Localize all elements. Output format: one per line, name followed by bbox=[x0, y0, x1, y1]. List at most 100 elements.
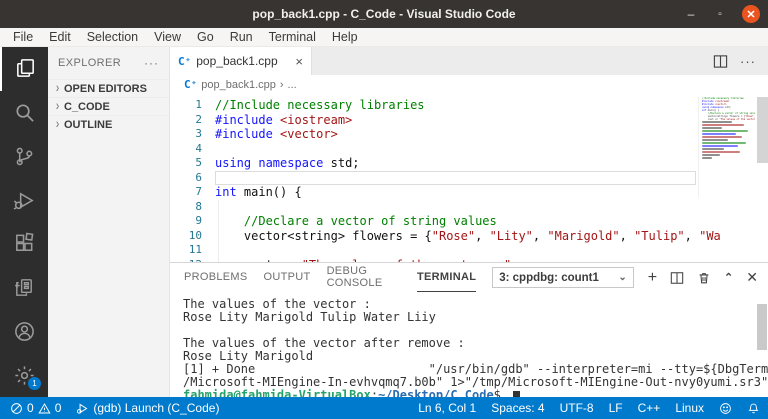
more-actions-icon[interactable]: ··· bbox=[740, 54, 756, 69]
code-line-5[interactable]: 5 using namespace std; bbox=[170, 156, 768, 171]
panel-tab-debug-console[interactable]: DEBUG CONSOLE bbox=[327, 263, 401, 292]
code-line-11[interactable]: 11 bbox=[170, 243, 768, 258]
close-panel-icon[interactable]: ✕ bbox=[746, 269, 758, 286]
terminal-prompt-line: fahmida@fahmida-VirtualBox:~/Desktop/C_C… bbox=[183, 389, 768, 397]
maximize-button[interactable]: ▫ bbox=[713, 9, 727, 20]
menu-help[interactable]: Help bbox=[325, 30, 365, 44]
terminal-scrollbar[interactable] bbox=[757, 304, 767, 350]
status-linux[interactable]: Linux bbox=[675, 401, 704, 415]
account-icon[interactable] bbox=[0, 310, 48, 354]
status-right: Ln 6, Col 1 Spaces: 4 UTF-8 LF C++ Linux bbox=[418, 401, 760, 415]
sidebar-section-c-code[interactable]: › C_CODE bbox=[48, 97, 169, 115]
maximize-panel-icon[interactable]: ⌃ bbox=[724, 271, 733, 284]
breadcrumb[interactable]: C⁺ pop_back1.cpp › ... bbox=[170, 75, 768, 94]
notifications-bell-icon[interactable] bbox=[747, 402, 760, 415]
tab-pop-back1[interactable]: C⁺ pop_back1.cpp × bbox=[170, 47, 312, 75]
code-text: using namespace std; bbox=[215, 156, 360, 170]
vscode-window: pop_back1.cpp - C_Code - Visual Studio C… bbox=[0, 0, 768, 419]
feedback-icon[interactable] bbox=[719, 402, 732, 415]
title-bar[interactable]: pop_back1.cpp - C_Code - Visual Studio C… bbox=[0, 0, 768, 28]
warning-icon bbox=[38, 402, 51, 413]
line-number: 11 bbox=[188, 243, 202, 256]
terminal-output[interactable]: The values of the vector : Rose Lity Mari… bbox=[170, 292, 768, 397]
menu-terminal[interactable]: Terminal bbox=[262, 30, 323, 44]
extensions-icon[interactable] bbox=[0, 222, 48, 266]
problems-status[interactable]: 0 0 bbox=[10, 401, 61, 415]
breadcrumb-file[interactable]: pop_back1.cpp bbox=[201, 79, 276, 91]
sidebar-section-outline[interactable]: › OUTLINE bbox=[48, 115, 169, 133]
current-line-border bbox=[215, 170, 696, 185]
sidebar-title: EXPLORER bbox=[58, 57, 122, 69]
code-editor[interactable]: //Include necessary libraries #include <i… bbox=[170, 94, 768, 262]
kill-terminal-trash-icon[interactable] bbox=[697, 271, 711, 285]
line-number: 2 bbox=[195, 112, 202, 126]
warning-count: 0 bbox=[54, 401, 62, 415]
line-number: 8 bbox=[195, 199, 202, 213]
terminal-line: Rose Lity Marigold Tulip Water Liiy bbox=[183, 310, 436, 324]
code-text: cout << "The values of the vector : " bbox=[215, 258, 511, 263]
panel-tab-problems[interactable]: PROBLEMS bbox=[184, 263, 248, 292]
menu-edit[interactable]: Edit bbox=[42, 30, 78, 44]
breadcrumb-more[interactable]: ... bbox=[288, 79, 297, 91]
panel-actions: + ⌃ ✕ bbox=[648, 269, 758, 286]
menu-go[interactable]: Go bbox=[190, 30, 221, 44]
window-controls: – ▫ ✕ bbox=[684, 0, 760, 28]
sidebar-more-icon[interactable]: ··· bbox=[144, 56, 159, 70]
menu-view[interactable]: View bbox=[147, 30, 188, 44]
code-text: //Declare a vector of string values bbox=[215, 214, 497, 228]
split-terminal-icon[interactable] bbox=[670, 271, 684, 285]
debug-launch-label: (gdb) Launch (C_Code) bbox=[93, 401, 220, 415]
menu-file[interactable]: File bbox=[6, 30, 40, 44]
menu-selection[interactable]: Selection bbox=[80, 30, 145, 44]
breadcrumb-cpp-icon: C⁺ bbox=[184, 78, 198, 91]
minimize-button[interactable]: – bbox=[684, 7, 698, 21]
code-line-12[interactable]: 12 cout << "The values of the vector : " bbox=[170, 257, 768, 263]
error-count: 0 bbox=[27, 401, 34, 415]
explorer-sidebar: EXPLORER ··· › OPEN EDITORS › C_CODE › OUTLIN… bbox=[48, 47, 170, 397]
status-lf[interactable]: LF bbox=[609, 401, 623, 415]
line-number: 3 bbox=[195, 127, 202, 140]
code-line-9[interactable]: 9 //Declare a vector of string values bbox=[170, 214, 768, 229]
terminal-selector-value: 3: cppdbg: count1 bbox=[499, 271, 599, 284]
split-editor-icon[interactable] bbox=[713, 54, 728, 69]
editor-actions: ··· bbox=[713, 47, 768, 75]
code-text: //Include necessary libraries bbox=[215, 98, 425, 112]
explorer-icon[interactable] bbox=[0, 47, 48, 91]
terminal-cursor bbox=[513, 391, 521, 397]
code-line-8[interactable]: 8 bbox=[170, 199, 768, 214]
code-line-1[interactable]: 1 //Include necessary libraries bbox=[170, 98, 768, 113]
indent-guide bbox=[218, 243, 219, 258]
sidebar-section-open-editors[interactable]: › OPEN EDITORS bbox=[48, 79, 169, 97]
status-ln-6-col-1[interactable]: Ln 6, Col 1 bbox=[418, 401, 476, 415]
code-line-3[interactable]: 3 #include <vector> bbox=[170, 127, 768, 142]
chevron-right-icon: › bbox=[55, 80, 60, 97]
panel-tab-terminal[interactable]: TERMINAL bbox=[417, 263, 477, 292]
tab-close-icon[interactable]: × bbox=[295, 54, 303, 69]
terminal-selector-dropdown[interactable]: 3: cppdbg: count1 ⌄ bbox=[492, 267, 634, 288]
code-line-10[interactable]: 10 vector<string> flowers = {"Rose", "Li… bbox=[170, 228, 768, 243]
status-utf-8[interactable]: UTF-8 bbox=[560, 401, 594, 415]
editor-column: C⁺ pop_back1.cpp × ··· C⁺ pop_back1.cpp … bbox=[170, 47, 768, 397]
panel-tab-output[interactable]: OUTPUT bbox=[264, 263, 311, 292]
remote-explorer-icon[interactable] bbox=[0, 266, 48, 310]
cpp-file-icon: C⁺ bbox=[178, 54, 192, 68]
settings-gear-icon[interactable]: 1 bbox=[0, 353, 48, 397]
new-terminal-icon[interactable]: + bbox=[648, 269, 657, 286]
search-icon[interactable] bbox=[0, 91, 48, 135]
code-line-2[interactable]: 2 #include <iostream> bbox=[170, 113, 768, 128]
menu-run[interactable]: Run bbox=[223, 30, 260, 44]
sidebar-header: EXPLORER ··· bbox=[48, 47, 169, 79]
chevron-right-icon: › bbox=[55, 98, 60, 115]
status-c++[interactable]: C++ bbox=[638, 401, 661, 415]
line-number: 12 bbox=[170, 258, 202, 263]
code-line-7[interactable]: 7 int main() { bbox=[170, 185, 768, 200]
code-line-6[interactable]: 6 bbox=[170, 170, 768, 185]
close-button[interactable]: ✕ bbox=[742, 5, 760, 23]
run-debug-icon[interactable] bbox=[0, 178, 48, 222]
status-spaces-4[interactable]: Spaces: 4 bbox=[491, 401, 544, 415]
code-line-4[interactable]: 4 bbox=[170, 142, 768, 157]
source-control-icon[interactable] bbox=[0, 135, 48, 179]
section-label: OPEN EDITORS bbox=[64, 82, 147, 95]
debug-launch-status[interactable]: (gdb) Launch (C_Code) bbox=[76, 401, 219, 415]
editor-tab-bar: C⁺ pop_back1.cpp × ··· bbox=[170, 47, 768, 75]
